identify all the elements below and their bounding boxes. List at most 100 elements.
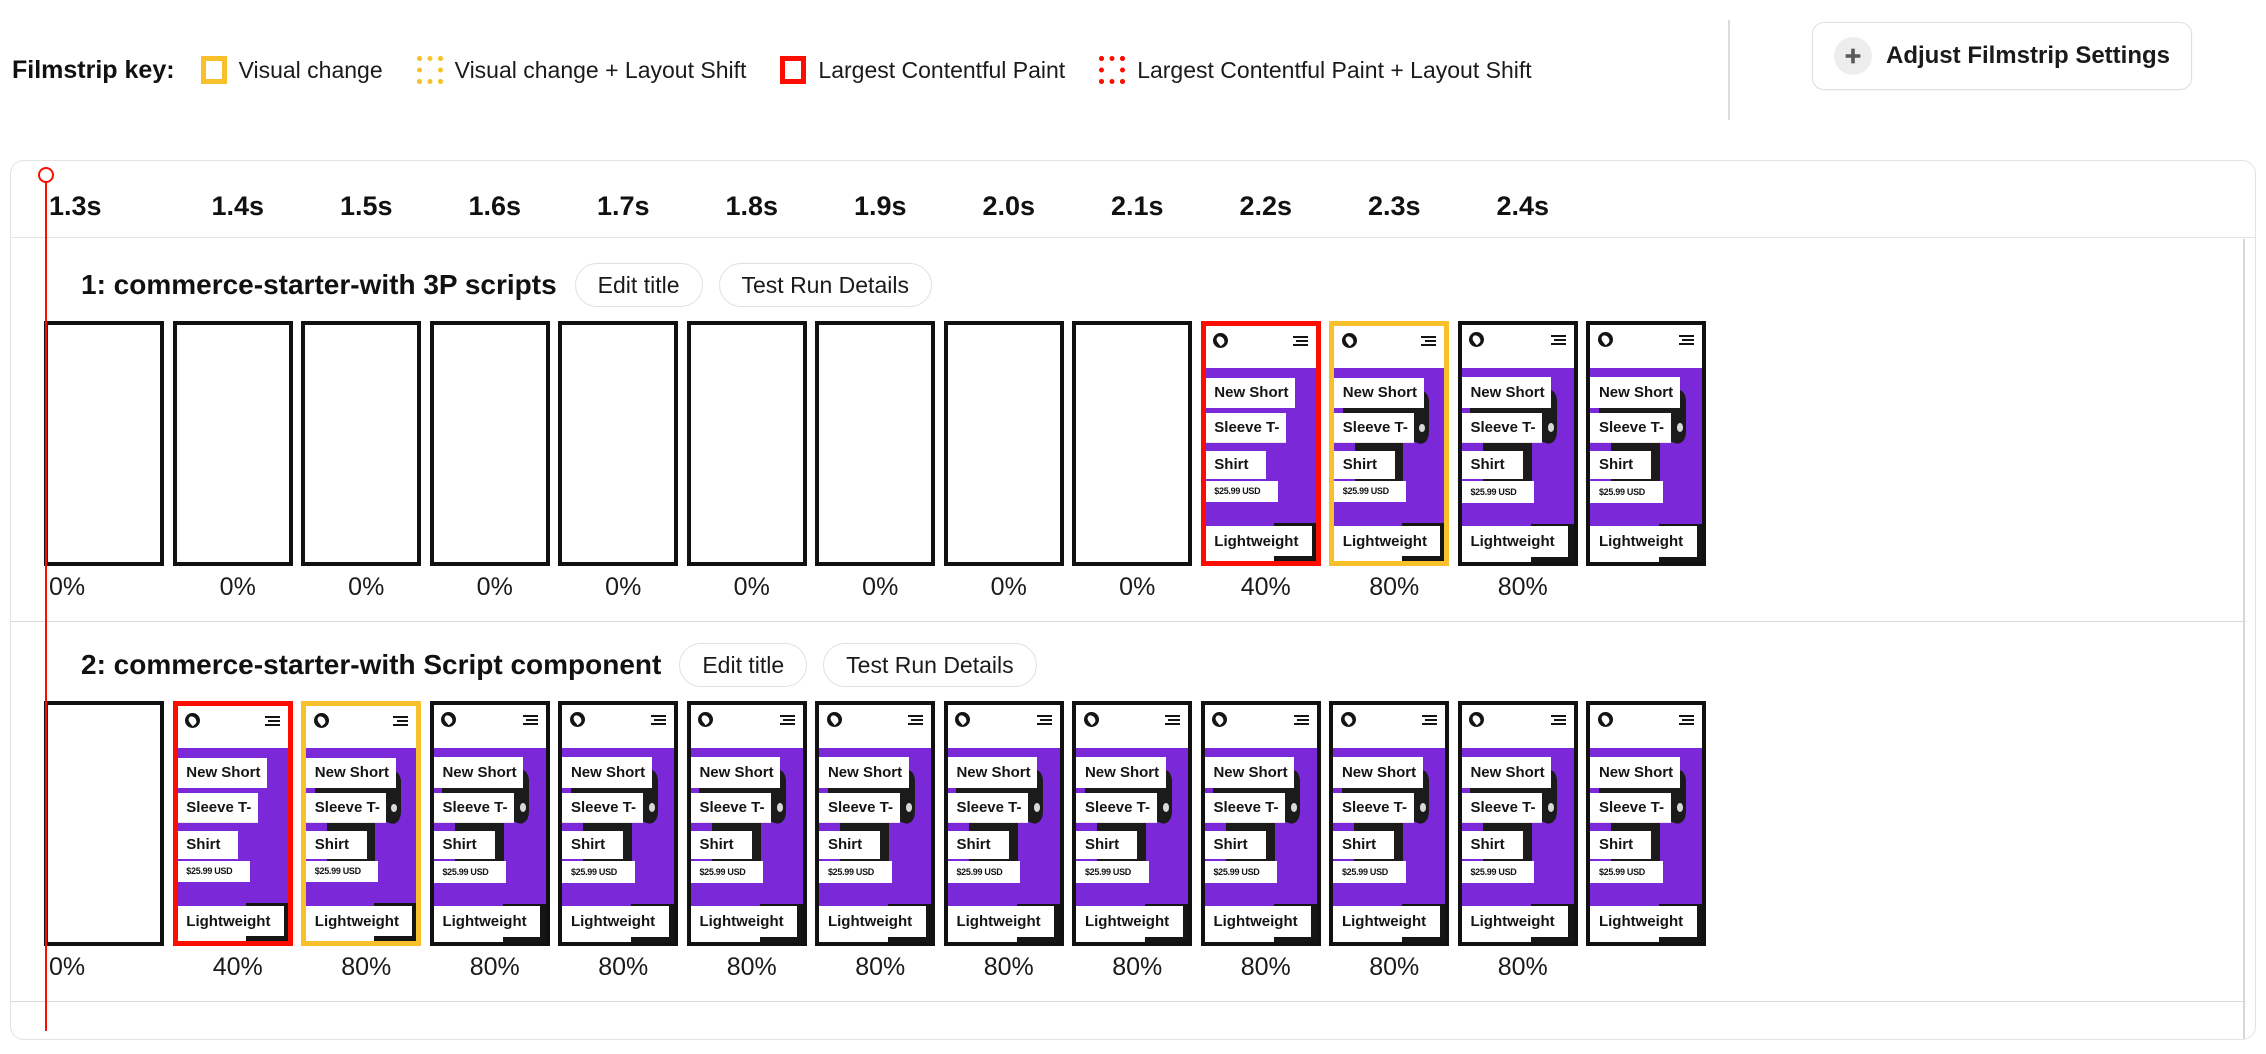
frame-progress-percent: 0% xyxy=(1119,573,1156,601)
frame-progress-percent: 0% xyxy=(49,953,86,981)
panel-right-scroll-edge[interactable] xyxy=(2243,239,2245,1039)
filmstrip-frame[interactable] xyxy=(943,321,1064,566)
hamburger-menu-icon[interactable] xyxy=(1679,714,1695,725)
filmstrip-thumbnail[interactable]: New Short Sleeve T- Shirt $25.99 USD Lightwe… xyxy=(1329,321,1449,566)
frame-progress-percent: 0% xyxy=(219,573,256,601)
hamburger-menu-icon[interactable] xyxy=(1421,335,1437,346)
filmstrip-frame[interactable]: New Short Sleeve T- Shirt $25.99 USD Lightwe… xyxy=(1457,701,1578,946)
filmstrip-frame[interactable]: New Short Sleeve T- Shirt $25.99 USD Lightwe… xyxy=(301,701,421,946)
filmstrip-frame[interactable] xyxy=(1072,321,1192,566)
filmstrip-thumbnail[interactable] xyxy=(943,321,1064,566)
solid-square-icon xyxy=(780,56,807,84)
filmstrip-thumbnail[interactable]: New Short Sleeve T- Shirt $25.99 USD Lightwe… xyxy=(429,701,550,946)
filmstrip-thumbnail[interactable]: New Short Sleeve T- Shirt $25.99 USD Lightwe… xyxy=(1586,701,1706,946)
filmstrip-frame[interactable]: New Short Sleeve T- Shirt $25.99 USD Lightwe… xyxy=(1072,701,1192,946)
filmstrip-thumbnail[interactable]: New Short Sleeve T- Shirt $25.99 USD Lightwe… xyxy=(1329,701,1449,946)
filmstrip-frame[interactable] xyxy=(686,321,807,566)
hamburger-menu-icon[interactable] xyxy=(393,715,409,726)
brand-logo-icon xyxy=(1340,712,1356,728)
filmstrip-frame[interactable] xyxy=(44,701,164,946)
timeline-ruler[interactable]: 1.3s 1.4s 1.5s 1.6s 1.7s 1.8s 1.9s 2.0s 2.1s 2.2s… xyxy=(11,161,2255,239)
product-title-line-2: Sleeve T- xyxy=(1590,412,1671,444)
thumbnail-screenshot: New Short Sleeve T- Shirt $25.99 USD Lightwe… xyxy=(1590,325,1702,562)
hamburger-menu-icon[interactable] xyxy=(1550,714,1566,725)
playhead-line xyxy=(45,171,47,1031)
product-title-line-2: Sleeve T- xyxy=(1461,412,1543,444)
filmstrip-frame[interactable]: New Short Sleeve T- Shirt $25.99 USD Lightwe… xyxy=(815,701,935,946)
filmstrip-thumbnail[interactable] xyxy=(429,321,550,566)
filmstrip-thumbnail[interactable]: New Short Sleeve T- Shirt $25.99 USD Lightwe… xyxy=(558,701,678,946)
test-run-details-button[interactable]: Test Run Details xyxy=(823,643,1037,687)
filmstrip-thumbnail[interactable]: New Short Sleeve T- Shirt $25.99 USD Lightwe… xyxy=(301,701,421,946)
edit-title-button[interactable]: Edit title xyxy=(679,643,808,687)
hamburger-menu-icon[interactable] xyxy=(1679,334,1695,345)
product-feature-label: Lightweight xyxy=(433,906,541,938)
hamburger-menu-icon[interactable] xyxy=(651,714,667,725)
product-title-line-1: New Short xyxy=(690,757,781,788)
filmstrip-frame[interactable]: New Short Sleeve T- Shirt $25.99 USD Lightwe… xyxy=(1457,321,1578,566)
filmstrip-frame[interactable] xyxy=(815,321,935,566)
filmstrip-thumbnail[interactable]: New Short Sleeve T- Shirt $25.99 USD Lightwe… xyxy=(943,701,1064,946)
filmstrip-thumbnail[interactable]: New Short Sleeve T- Shirt $25.99 USD Lightwe… xyxy=(1457,701,1578,946)
edit-title-button[interactable]: Edit title xyxy=(574,263,703,307)
filmstrip-frame[interactable] xyxy=(301,321,421,566)
filmstrip-thumbnail[interactable]: New Short Sleeve T- Shirt $25.99 USD Lightwe… xyxy=(686,701,807,946)
filmstrip-frame[interactable]: New Short Sleeve T- Shirt $25.99 USD Lightwe… xyxy=(686,701,807,946)
product-price: $25.99 USD xyxy=(690,861,764,883)
filmstrip-frame[interactable]: New Short Sleeve T- Shirt $25.99 USD Lightwe… xyxy=(1329,321,1449,566)
filmstrip-thumbnail[interactable] xyxy=(44,321,164,566)
filmstrip-frame[interactable]: New Short Sleeve T- Shirt $25.99 USD Lightwe… xyxy=(1586,701,1706,946)
filmstrip-thumbnail[interactable] xyxy=(172,321,293,566)
filmstrip-frame[interactable]: New Short Sleeve T- Shirt $25.99 USD Lightwe… xyxy=(1200,321,1321,566)
filmstrip-thumbnail[interactable] xyxy=(44,701,164,946)
filmstrip-frame[interactable]: New Short Sleeve T- Shirt $25.99 USD Lightwe… xyxy=(429,701,550,946)
product-feature-label: Lightweight xyxy=(1590,906,1697,938)
filmstrip-thumbnail[interactable] xyxy=(1072,321,1192,566)
hamburger-menu-icon[interactable] xyxy=(908,714,924,725)
filmstrip-frame[interactable] xyxy=(429,321,550,566)
filmstrip-frame[interactable]: New Short Sleeve T- Shirt $25.99 USD Lightwe… xyxy=(943,701,1064,946)
filmstrip-frame[interactable]: New Short Sleeve T- Shirt $25.99 USD Lightwe… xyxy=(172,701,293,946)
hamburger-menu-icon[interactable] xyxy=(264,715,280,726)
legend-title: Filmstrip key: xyxy=(12,55,175,84)
thumbnail-screenshot: New Short Sleeve T- Shirt $25.99 USD Lightwe… xyxy=(1461,325,1574,562)
product-title-line-3: Shirt xyxy=(433,830,495,860)
filmstrip-frame[interactable] xyxy=(172,321,293,566)
filmstrip-frame[interactable]: New Short Sleeve T- Shirt $25.99 USD Lightwe… xyxy=(1586,321,1706,566)
filmstrip-thumbnail[interactable] xyxy=(558,321,678,566)
hamburger-menu-icon[interactable] xyxy=(779,714,795,725)
hamburger-menu-icon[interactable] xyxy=(522,714,538,725)
thumbnail-screenshot: New Short Sleeve T- Shirt $25.99 USD Lightwe… xyxy=(177,706,288,941)
hamburger-menu-icon[interactable] xyxy=(1165,714,1181,725)
product-price: $25.99 USD xyxy=(1333,861,1406,883)
test-run-details-button[interactable]: Test Run Details xyxy=(718,263,932,307)
filmstrip-thumbnail[interactable]: New Short Sleeve T- Shirt $25.99 USD Lightwe… xyxy=(1586,321,1706,566)
playhead-handle[interactable] xyxy=(38,167,54,183)
filmstrip-thumbnail[interactable]: New Short Sleeve T- Shirt $25.99 USD Lightwe… xyxy=(1457,321,1578,566)
filmstrip-thumbnail[interactable]: New Short Sleeve T- Shirt $25.99 USD Lightwe… xyxy=(815,701,935,946)
frame-progress-percent: 40% xyxy=(212,953,263,981)
product-title-line-1: New Short xyxy=(1204,757,1295,788)
filmstrip-frame[interactable]: New Short Sleeve T- Shirt $25.99 USD Lightwe… xyxy=(1200,701,1321,946)
filmstrip-thumbnail[interactable]: New Short Sleeve T- Shirt $25.99 USD Lightwe… xyxy=(172,701,293,946)
hamburger-menu-icon[interactable] xyxy=(1422,714,1438,725)
filmstrip-frame[interactable]: New Short Sleeve T- Shirt $25.99 USD Lightwe… xyxy=(1329,701,1449,946)
product-price: $25.99 USD xyxy=(1076,861,1149,883)
filmstrip-frame[interactable]: New Short Sleeve T- Shirt $25.99 USD Lightwe… xyxy=(558,701,678,946)
product-title-line-2: Sleeve T- xyxy=(562,792,643,824)
hamburger-menu-icon[interactable] xyxy=(1293,714,1309,725)
filmstrip-thumbnail[interactable]: New Short Sleeve T- Shirt $25.99 USD Lightwe… xyxy=(1200,701,1321,946)
filmstrip-frame[interactable] xyxy=(44,321,164,566)
hamburger-menu-icon[interactable] xyxy=(1036,714,1052,725)
adjust-filmstrip-settings-button[interactable]: Adjust Filmstrip Settings xyxy=(1812,22,2192,90)
product-price: $25.99 USD xyxy=(1334,481,1407,503)
filmstrip-thumbnail[interactable]: New Short Sleeve T- Shirt $25.99 USD Lightwe… xyxy=(1200,321,1321,566)
hamburger-menu-icon[interactable] xyxy=(1550,334,1566,345)
filmstrip-thumbnail[interactable] xyxy=(815,321,935,566)
filmstrip-thumbnail[interactable]: New Short Sleeve T- Shirt $25.99 USD Lightwe… xyxy=(1072,701,1192,946)
filmstrip-frame[interactable] xyxy=(558,321,678,566)
legend-item-label: Visual change xyxy=(238,56,383,83)
filmstrip-thumbnail[interactable] xyxy=(301,321,421,566)
hamburger-menu-icon[interactable] xyxy=(1292,335,1308,346)
filmstrip-thumbnail[interactable] xyxy=(686,321,807,566)
